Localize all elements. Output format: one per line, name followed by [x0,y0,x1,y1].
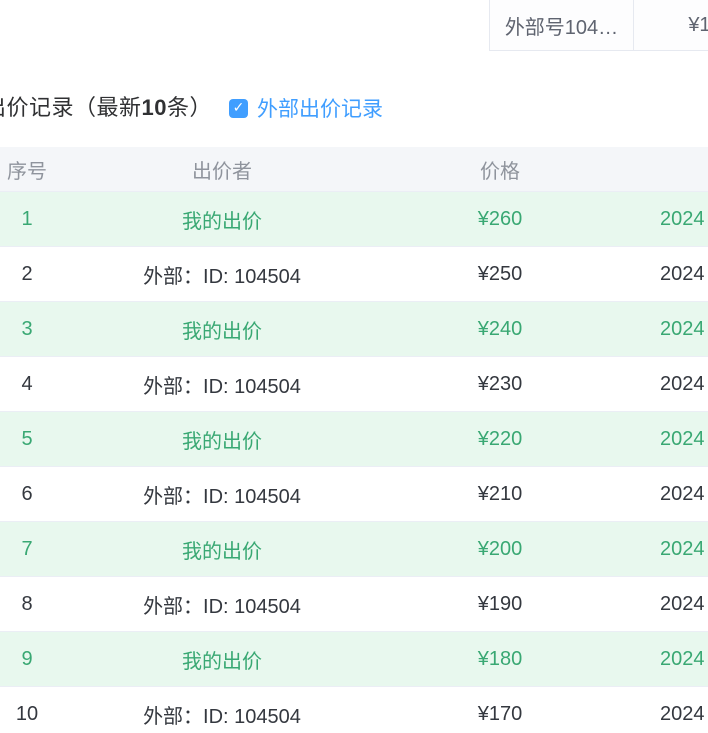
cell-index: 1 [0,208,104,231]
cell-index: 10 [0,703,104,726]
table-row[interactable]: 9 我的出价 ¥180 2024 [0,631,708,686]
cell-time: 2024 [660,593,708,616]
cell-price: ¥230 [340,373,660,396]
section-title: 出价记录（最新10条） [0,90,212,122]
cell-time: 2024 [660,648,708,671]
cell-index: 4 [0,373,104,396]
cell-time: 2024 [660,208,708,231]
checkbox-checked-icon[interactable]: ✓ [229,99,248,118]
cell-bidder: 我的出价 [104,205,340,234]
table-row[interactable]: 5 我的出价 ¥220 2024 [0,411,708,466]
cell-time: 2024 [660,483,708,506]
cell-index: 3 [0,318,104,341]
cell-price: ¥170 [340,703,660,726]
table-row[interactable]: 3 我的出价 ¥240 2024 [0,301,708,356]
table-row[interactable]: 10 外部：ID: 104504 ¥170 2024 [0,686,708,733]
cell-price: ¥180 [340,648,660,671]
cell-index: 9 [0,648,104,671]
table-body: 1 我的出价 ¥260 2024 2 外部：ID: 104504 ¥250 20… [0,191,708,733]
table-row[interactable]: 6 外部：ID: 104504 ¥210 2024 [0,466,708,521]
cell-bidder: 我的出价 [104,645,340,674]
external-bid-summary: 外部号104… ¥19 [489,0,708,51]
cell-price: ¥250 [340,263,660,286]
table-row[interactable]: 8 外部：ID: 104504 ¥190 2024 [0,576,708,631]
cell-time: 2024 [660,318,708,341]
cell-index: 2 [0,263,104,286]
table-row[interactable]: 7 我的出价 ¥200 2024 [0,521,708,576]
cell-time: 2024 [660,703,708,726]
cell-price: ¥240 [340,318,660,341]
cell-index: 6 [0,483,104,506]
header-bidder: 出价者 [104,155,340,184]
cell-time: 2024 [660,263,708,286]
cell-bidder: 外部：ID: 104504 [104,700,340,729]
table-row[interactable]: 2 外部：ID: 104504 ¥250 2024 [0,246,708,301]
cell-time: 2024 [660,428,708,451]
section-title-prefix: 出价记录（最新 [0,95,142,120]
cell-price: ¥220 [340,428,660,451]
cell-bidder: 外部：ID: 104504 [104,480,340,509]
table-row[interactable]: 1 我的出价 ¥260 2024 [0,191,708,246]
bid-table: 序号 出价者 价格 1 我的出价 ¥260 2024 2 外部：ID: 1045… [0,147,708,733]
table-header-row: 序号 出价者 价格 [0,147,708,191]
cell-bidder: 外部：ID: 104504 [104,260,340,289]
cell-bidder: 我的出价 [104,315,340,344]
cell-bidder: 我的出价 [104,425,340,454]
cell-index: 7 [0,538,104,561]
cell-bidder: 外部：ID: 104504 [104,370,340,399]
cell-bidder: 我的出价 [104,535,340,564]
check-icon: ✓ [233,100,245,114]
cell-index: 8 [0,593,104,616]
cell-time: 2024 [660,538,708,561]
cell-price: ¥200 [340,538,660,561]
header-price: 价格 [340,155,660,184]
cell-price: ¥260 [340,208,660,231]
bid-records-page: 外部号104… ¥19 出价记录（最新10条） ✓ 外部出价记录 序号 出价者 … [0,0,708,733]
header-index: 序号 [0,155,104,184]
filter-label[interactable]: 外部出价记录 [257,93,383,123]
cell-time: 2024 [660,373,708,396]
cell-index: 5 [0,428,104,451]
table-row[interactable]: 4 外部：ID: 104504 ¥230 2024 [0,356,708,411]
section-title-count: 10 [142,95,167,120]
cell-bidder: 外部：ID: 104504 [104,590,340,619]
summary-account-cell: 外部号104… [490,0,633,50]
summary-price-cell: ¥19 [633,0,708,50]
cell-price: ¥210 [340,483,660,506]
cell-price: ¥190 [340,593,660,616]
external-bids-filter[interactable]: ✓ 外部出价记录 [229,93,383,123]
section-title-suffix: 条） [167,95,212,120]
